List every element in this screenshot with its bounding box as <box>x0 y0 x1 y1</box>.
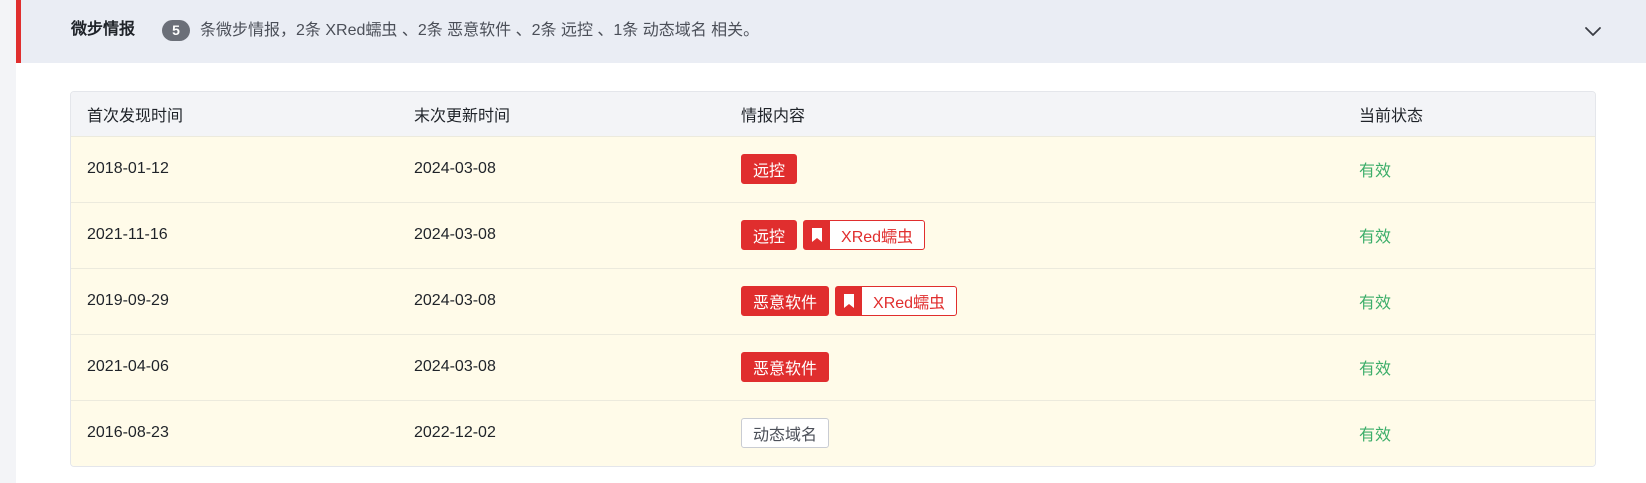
tag-label: 恶意软件 <box>753 361 818 378</box>
table-row: 2018-01-12 2024-03-08 远控 有效 <box>71 135 1595 202</box>
threat-intel-panel: 微步情报 5 条微步情报，2条 XRed蠕虫 、2条 恶意软件 、2条 远控 、… <box>16 0 1646 483</box>
cell-first-seen: 2021-11-16 <box>71 201 398 268</box>
tag-label: 恶意软件 <box>753 295 818 312</box>
cell-first-seen: 2018-01-12 <box>71 135 398 202</box>
bookmark-icon <box>836 287 863 315</box>
tag-list: 恶意软件 XRed蠕虫 <box>741 286 1343 316</box>
tag-list: 恶意软件 <box>741 352 1343 382</box>
tag-list: 远控 <box>741 154 1343 184</box>
cell-content: 远控 XRed蠕虫 <box>725 201 1343 268</box>
table-header-row: 首次发现时间 末次更新时间 情报内容 当前状态 <box>71 92 1595 136</box>
cell-last-updated: 2024-03-08 <box>398 333 725 400</box>
intel-tag[interactable]: 远控 <box>741 220 798 250</box>
tag-label: 远控 <box>753 229 786 246</box>
status-text: 有效 <box>1343 135 1595 202</box>
cell-content: 动态域名 <box>725 399 1343 466</box>
cell-first-seen: 2016-08-23 <box>71 399 398 466</box>
cell-first-seen: 2021-04-06 <box>71 333 398 400</box>
status-text: 有效 <box>1343 201 1595 268</box>
column-header-status: 当前状态 <box>1343 92 1595 136</box>
cell-last-updated: 2024-03-08 <box>398 135 725 202</box>
table-row: 2021-11-16 2024-03-08 远控 XRed蠕虫 有效 <box>71 201 1595 268</box>
section-title: 微步情报 <box>71 21 136 38</box>
column-header-first-seen: 首次发现时间 <box>71 92 398 136</box>
table-row: 2021-04-06 2024-03-08 恶意软件 有效 <box>71 333 1595 400</box>
cell-last-updated: 2024-03-08 <box>398 201 725 268</box>
column-header-last-updated: 末次更新时间 <box>398 92 725 136</box>
table-row: 2019-09-29 2024-03-08 恶意软件 XRed蠕虫 有效 <box>71 267 1595 334</box>
bookmark-icon <box>804 221 831 249</box>
panel-header[interactable]: 微步情报 5 条微步情报，2条 XRed蠕虫 、2条 恶意软件 、2条 远控 、… <box>16 0 1646 63</box>
intel-tag[interactable]: 恶意软件 <box>741 286 830 316</box>
count-badge: 5 <box>162 20 190 41</box>
status-text: 有效 <box>1343 399 1595 466</box>
cell-last-updated: 2022-12-02 <box>398 399 725 466</box>
table-row: 2016-08-23 2022-12-02 动态域名 有效 <box>71 399 1595 466</box>
intel-tag[interactable]: 动态域名 <box>741 418 830 449</box>
tag-list: 动态域名 <box>741 418 1343 449</box>
intel-tag[interactable]: 恶意软件 <box>741 352 830 382</box>
cell-first-seen: 2019-09-29 <box>71 267 398 334</box>
intel-table: 首次发现时间 末次更新时间 情报内容 当前状态 2018-01-12 2024-0… <box>70 91 1596 467</box>
tag-list: 远控 XRed蠕虫 <box>741 220 1343 250</box>
tag-label: XRed蠕虫 <box>841 229 914 246</box>
malware-family-tag[interactable]: XRed蠕虫 <box>803 220 926 250</box>
intel-tag[interactable]: 远控 <box>741 154 798 184</box>
cell-content: 恶意软件 XRed蠕虫 <box>725 267 1343 334</box>
status-text: 有效 <box>1343 267 1595 334</box>
chevron-down-icon[interactable] <box>1580 18 1606 44</box>
status-text: 有效 <box>1343 333 1595 400</box>
tag-label: 动态域名 <box>753 427 818 445</box>
tag-label: XRed蠕虫 <box>873 295 946 312</box>
tag-label: 远控 <box>753 163 786 180</box>
cell-content: 恶意软件 <box>725 333 1343 400</box>
cell-last-updated: 2024-03-08 <box>398 267 725 334</box>
cell-content: 远控 <box>725 135 1343 202</box>
summary-text: 条微步情报，2条 XRed蠕虫 、2条 恶意软件 、2条 远控 、1条 动态域名… <box>200 22 760 39</box>
malware-family-tag[interactable]: XRed蠕虫 <box>835 286 958 316</box>
column-header-content: 情报内容 <box>725 92 1343 136</box>
